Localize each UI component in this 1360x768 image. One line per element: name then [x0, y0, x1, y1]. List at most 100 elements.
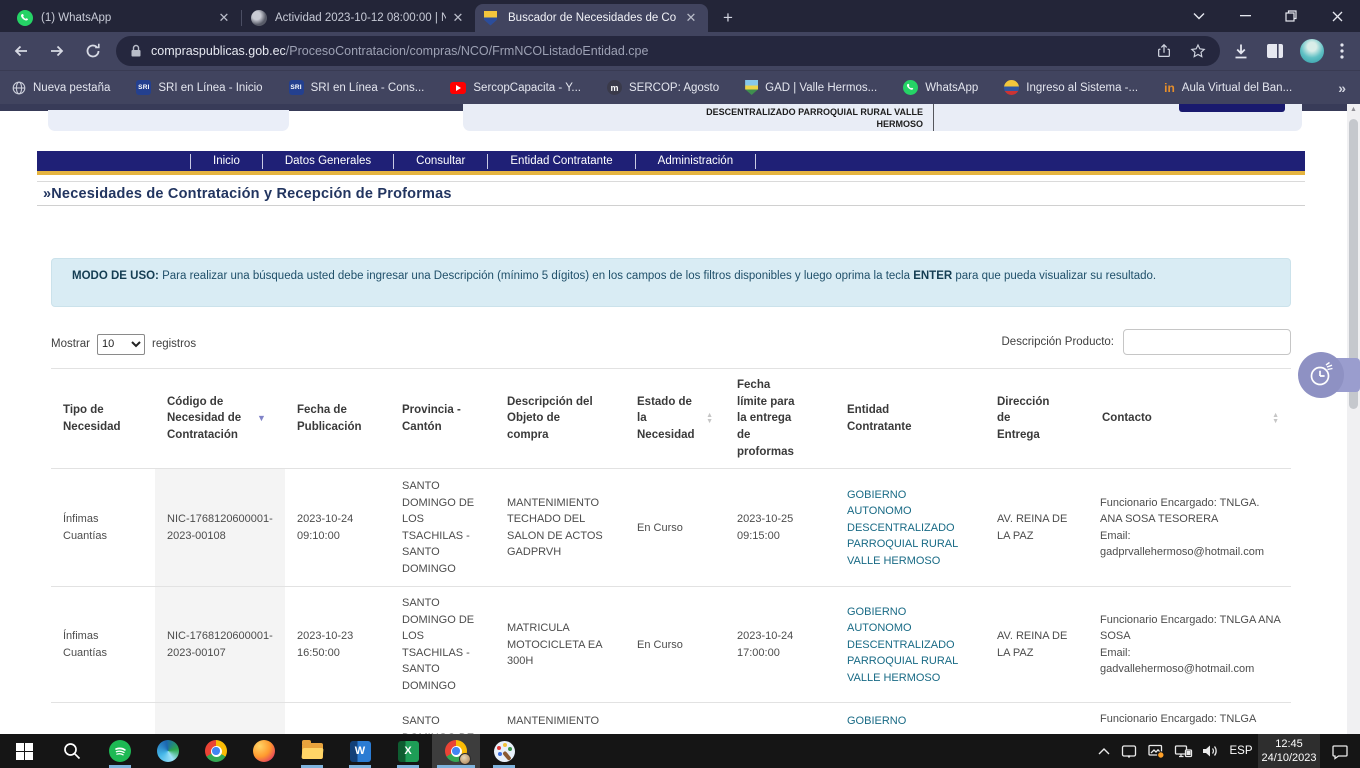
tab-close-icon[interactable]: ✕ [450, 10, 466, 26]
tab-search-chevron-icon[interactable] [1176, 0, 1222, 32]
page-title: »Necesidades de Contratación y Recepción… [37, 181, 1305, 206]
address-bar[interactable]: compraspublicas.gob.ec/ProcesoContrataci… [116, 36, 1220, 66]
col-provincia-canton[interactable]: Provincia - Cantón [390, 369, 495, 469]
bookmark-gad-valle-hermoso[interactable]: GAD | Valle Hermos... [745, 80, 877, 95]
bookmarks-overflow-chevron[interactable]: » [1338, 80, 1346, 96]
col-codigo-necesidad[interactable]: Código de Necesidad de Contratación▼ [155, 369, 285, 469]
restore-button[interactable] [1268, 0, 1314, 32]
spotify-icon [109, 740, 131, 762]
header-partial-element [1179, 104, 1285, 112]
scrollbar-up-arrow[interactable]: ▲ [1347, 106, 1360, 113]
tray-volume-icon[interactable] [1196, 734, 1224, 768]
tab-close-icon[interactable]: ✕ [216, 10, 232, 26]
download-icon[interactable] [1232, 42, 1250, 60]
usage-note-text: para que pueda visualizar su resultado. [955, 270, 1156, 282]
tab-actividad[interactable]: Actividad 2023-10-12 08:00:00 | N ✕ [242, 4, 475, 32]
cell-estado: En Curso [625, 587, 725, 703]
tray-photos-icon[interactable] [1142, 734, 1170, 768]
aula-in-icon: in [1164, 81, 1175, 95]
action-center-button[interactable] [1320, 734, 1360, 768]
reload-button[interactable] [78, 36, 108, 66]
minimize-button[interactable] [1222, 0, 1268, 32]
table-row: Ínfimas Cuantías NIC-1768120600001-2023-… [51, 587, 1291, 703]
header-divider [933, 104, 934, 131]
start-button[interactable] [0, 734, 48, 768]
col-fecha-publicacion[interactable]: Fecha de Publicación [285, 369, 390, 469]
ecuador-crest-icon [1004, 80, 1019, 95]
clock-time: 12:45 [1275, 737, 1303, 751]
tab-title: Buscador de Necesidades de Co [508, 12, 679, 24]
gold-underline [37, 171, 1305, 175]
cell-descripcion: MATRICULA MOTOCICLETA EA 300H [495, 587, 625, 703]
word-icon: W [350, 741, 371, 762]
col-fecha-limite[interactable]: Fecha límite para la entrega de proforma… [725, 369, 835, 469]
contacto-funcionario: Funcionario Encargado: TNLGA ANA SOSA [1100, 614, 1280, 643]
taskbar-word[interactable]: W [336, 734, 384, 768]
col-estado-necesidad[interactable]: Estado de la Necesidad▲▼ [625, 369, 725, 469]
page-scrollbar[interactable]: ▲ [1347, 104, 1360, 734]
col-descripcion-objeto[interactable]: Descripción del Objeto de compra [495, 369, 625, 469]
tray-show-hidden-icons[interactable] [1092, 734, 1116, 768]
bookmark-star-icon[interactable] [1190, 43, 1206, 59]
col-direccion-entrega[interactable]: Dirección de Entrega [985, 369, 1090, 469]
bookmark-sri-inicio[interactable]: SRI SRI en Línea - Inicio [136, 80, 262, 95]
taskbar-search-button[interactable] [48, 734, 96, 768]
taskbar-chrome-active[interactable] [432, 734, 480, 768]
col-entidad-contratante[interactable]: Entidad Contratante [835, 369, 985, 469]
taskbar-paint[interactable] [480, 734, 528, 768]
tab-buscador-active[interactable]: Buscador de Necesidades de Co ✕ [475, 4, 708, 32]
menu-dots-icon[interactable] [1340, 43, 1344, 59]
sort-both-icon: ▲▼ [706, 413, 713, 425]
taskbar-clock[interactable]: 12:45 24/10/2023 [1258, 734, 1320, 768]
menu-item-inicio[interactable]: Inicio [190, 154, 263, 169]
url-text[interactable]: compraspublicas.gob.ec/ProcesoContrataci… [151, 44, 648, 58]
tab-close-icon[interactable]: ✕ [683, 10, 699, 26]
bookmark-ingreso-sistema[interactable]: Ingreso al Sistema -... [1004, 80, 1138, 95]
browser-titlebar: (1) WhatsApp ✕ Actividad 2023-10-12 08:0… [0, 0, 1360, 32]
taskbar-chrome[interactable] [192, 734, 240, 768]
back-button[interactable] [6, 36, 36, 66]
taskbar-spotify[interactable] [96, 734, 144, 768]
taskbar-excel[interactable]: X [384, 734, 432, 768]
paint-icon [494, 741, 515, 762]
bookmark-whatsapp[interactable]: WhatsApp [903, 80, 978, 95]
bookmark-sercop-agosto[interactable]: m SERCOP: Agosto [607, 80, 719, 95]
entidad-link[interactable]: GOBIERNO [847, 715, 906, 727]
menu-item-entidad-contratante[interactable]: Entidad Contratante [488, 154, 635, 169]
tray-snip-icon[interactable] [1116, 734, 1142, 768]
menu-item-datos-generales[interactable]: Datos Generales [263, 154, 394, 169]
share-icon[interactable] [1156, 43, 1172, 59]
menu-item-administracion[interactable]: Administración [636, 154, 756, 169]
bookmark-nueva-pestana[interactable]: Nueva pestaña [12, 81, 110, 95]
taskbar-firefox[interactable] [240, 734, 288, 768]
menu-item-consultar[interactable]: Consultar [394, 154, 488, 169]
web-page: DESCENTRALIZADO PARROQUIAL RURAL VALLE H… [0, 104, 1347, 734]
url-domain: compraspublicas.gob.ec [151, 44, 286, 58]
forward-button[interactable] [42, 36, 72, 66]
entidad-link[interactable]: GOBIERNO AUTONOMO DESCENTRALIZADO PARROQ… [847, 606, 958, 684]
bookmark-sercopcapacita[interactable]: SercopCapacita - Y... [450, 82, 581, 94]
tab-whatsapp[interactable]: (1) WhatsApp ✕ [8, 4, 241, 32]
side-panel-icon[interactable] [1266, 43, 1284, 59]
entidad-link[interactable]: GOBIERNO AUTONOMO DESCENTRALIZADO PARROQ… [847, 489, 958, 567]
timer-clock-icon[interactable] [1298, 352, 1344, 398]
cell-provincia: SANTO DOMINGO DE [390, 703, 495, 734]
close-button[interactable] [1314, 0, 1360, 32]
lock-icon[interactable] [130, 44, 142, 58]
session-timer-widget[interactable] [1298, 352, 1347, 398]
tray-network-icon[interactable] [1170, 734, 1196, 768]
product-description-input[interactable] [1123, 329, 1291, 355]
col-contacto[interactable]: Contacto▲▼ [1090, 369, 1291, 469]
language-indicator[interactable]: ESP [1224, 734, 1258, 768]
col-tipo-necesidad[interactable]: Tipo de Necesidad [51, 369, 155, 469]
bookmark-sri-consultas[interactable]: SRI SRI en Línea - Cons... [289, 80, 425, 95]
new-tab-button[interactable]: + [714, 4, 742, 32]
taskbar-edge[interactable] [144, 734, 192, 768]
bookmark-aula-virtual[interactable]: in Aula Virtual del Ban... [1164, 81, 1292, 95]
profile-avatar[interactable] [1300, 39, 1324, 63]
page-length-select[interactable]: 10 [97, 334, 145, 355]
toolbar-right-icons [1232, 39, 1344, 63]
taskbar-file-explorer[interactable] [288, 734, 336, 768]
bookmark-label: GAD | Valle Hermos... [765, 82, 877, 94]
chevron-up-icon [1098, 747, 1110, 755]
